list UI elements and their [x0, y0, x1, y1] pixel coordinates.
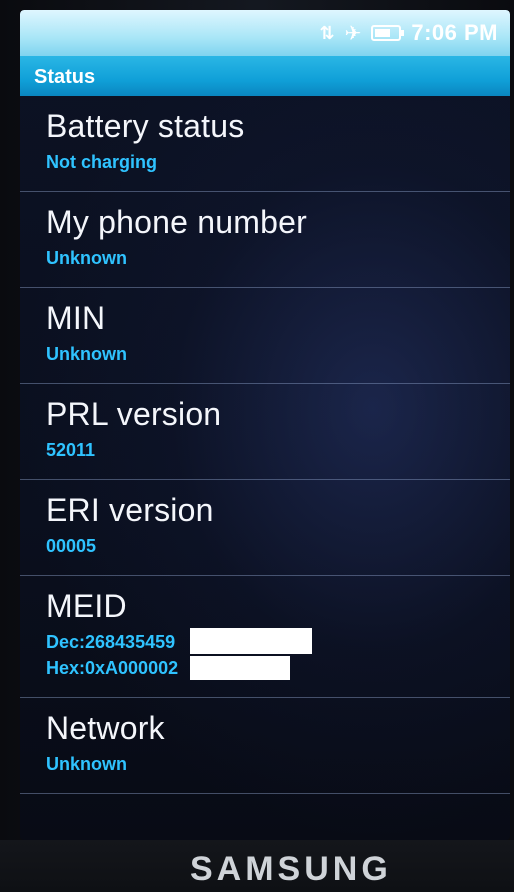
item-label: My phone number [46, 204, 307, 240]
battery-fill [375, 29, 391, 37]
item-label: MEID [46, 588, 127, 624]
list-item-min[interactable]: MIN Unknown [20, 288, 510, 384]
airplane-mode-icon: ✈ [344, 22, 362, 45]
redaction-box [190, 656, 290, 680]
item-label: Network [46, 710, 165, 746]
item-value: Unknown [46, 248, 127, 268]
item-value: 52011 [46, 440, 96, 460]
list-item-network[interactable]: Network Unknown [20, 698, 510, 794]
status-time: 7:06 PM [411, 20, 498, 45]
item-value: Not charging [46, 152, 157, 172]
list-item-prl-version[interactable]: PRL version 52011 [20, 384, 510, 480]
item-value-hex: Hex:0xA000002 [46, 658, 179, 678]
item-label: MIN [46, 300, 106, 336]
device-bezel-bottom: SAMSUNG [0, 840, 514, 892]
list-item-phone-number[interactable]: My phone number Unknown [20, 192, 510, 288]
list-item-eri-version[interactable]: ERI version 00005 [20, 480, 510, 576]
item-label: ERI version [46, 492, 214, 528]
item-value-dec: Dec:268435459 [46, 632, 176, 652]
item-label: PRL version [46, 396, 222, 432]
item-value: Unknown [46, 344, 127, 364]
page-title: Status [34, 66, 96, 88]
phone-screen: ⇅ ✈ 7:06 PM Status Battery status Not ch… [20, 10, 510, 840]
redaction-box [190, 628, 312, 654]
status-bar: ⇅ ✈ 7:06 PM [20, 10, 510, 56]
status-icons: ⇅ ✈ 7:06 PM [319, 20, 498, 46]
status-list: Battery status Not charging My phone num… [20, 96, 510, 794]
item-label: Battery status [46, 108, 245, 144]
data-sync-icon: ⇅ [319, 22, 335, 43]
item-value: Unknown [46, 754, 127, 774]
list-item-meid[interactable]: MEID Dec:268435459 Hex:0xA000002 [20, 576, 510, 698]
list-item-battery-status[interactable]: Battery status Not charging [20, 96, 510, 192]
battery-icon [371, 25, 405, 41]
phone-device: ⇅ ✈ 7:06 PM Status Battery status Not ch… [0, 0, 514, 892]
item-value: 00005 [46, 536, 97, 556]
brand-logo: SAMSUNG [190, 850, 392, 888]
title-bar: Status [20, 56, 510, 96]
